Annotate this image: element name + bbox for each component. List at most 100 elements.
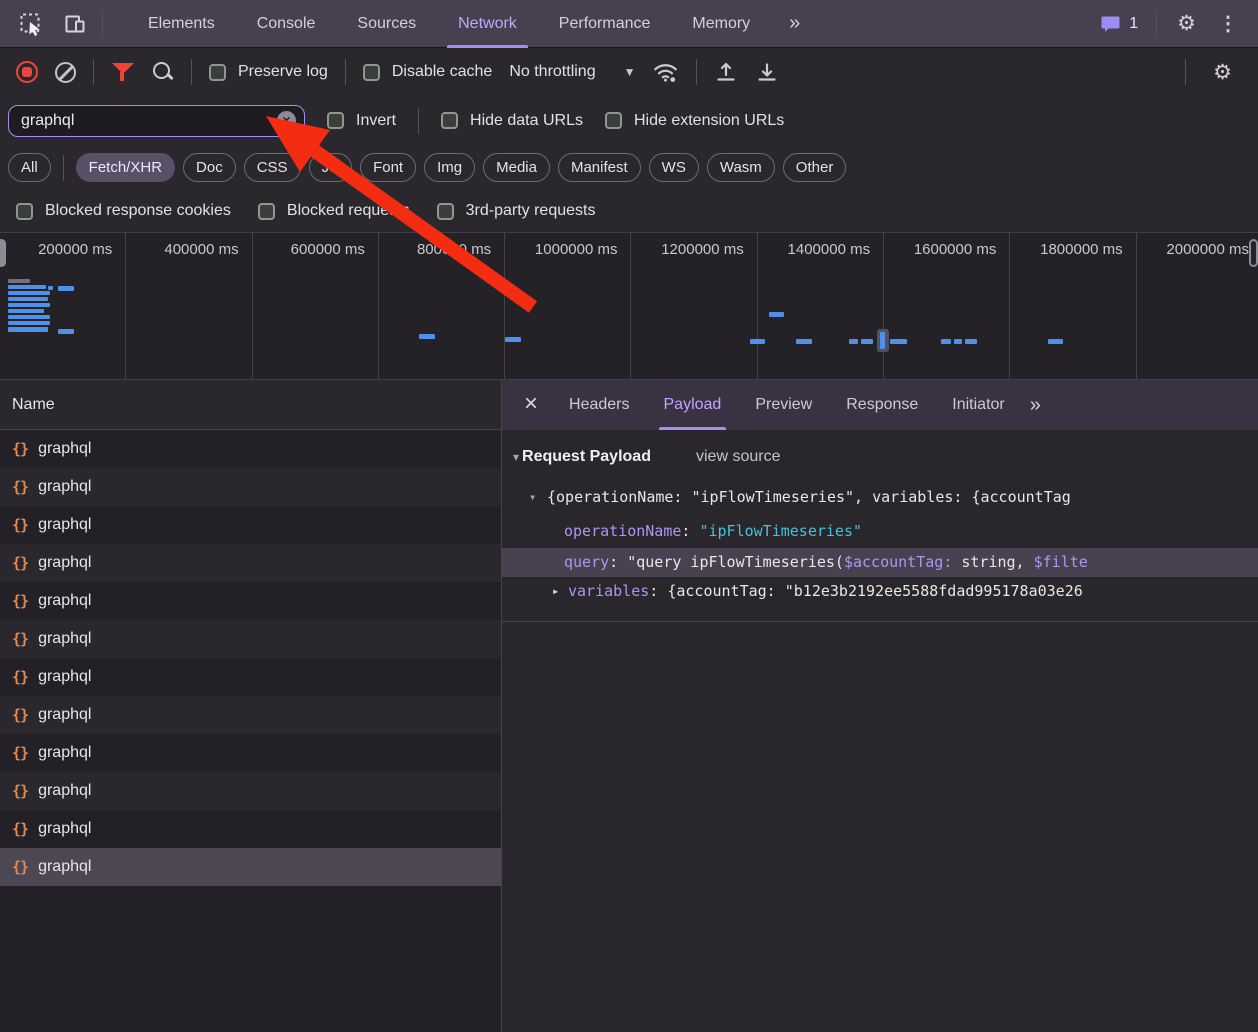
hide-data-urls-checkbox[interactable] [441, 112, 458, 129]
timeline-request-mark [8, 303, 50, 307]
timeline-tick-label: 600000 ms [253, 233, 378, 258]
more-panels-icon[interactable]: » [781, 12, 806, 35]
type-filter-all[interactable]: All [8, 153, 51, 182]
payload-variables-row[interactable]: ▸ variables: {accountTag: "b12e3b2192ee5… [502, 578, 1258, 604]
name-column-header[interactable]: Name [0, 380, 501, 430]
payload-root-node[interactable]: ▾ {operationName: "ipFlowTimeseries", va… [502, 484, 1258, 510]
network-settings-gear-icon[interactable]: ⚙ [1203, 60, 1242, 85]
request-row[interactable]: {}graphql [0, 468, 501, 506]
tab-performance[interactable]: Performance [538, 0, 672, 48]
timeline-segment: 800000 ms [379, 233, 505, 379]
filter-checkbox[interactable] [437, 203, 454, 220]
detail-tabs: HeadersPayloadPreviewResponseInitiator [552, 380, 1022, 430]
import-har-icon[interactable] [714, 60, 738, 84]
expand-triangle-icon[interactable]: ▸ [552, 578, 559, 604]
type-filter-media[interactable]: Media [483, 153, 550, 182]
request-row[interactable]: {}graphql [0, 430, 501, 468]
timeline-request-mark [941, 339, 951, 344]
invert-option[interactable]: Invert [327, 112, 396, 130]
timeline-request-mark [890, 339, 907, 344]
filter-input-box[interactable]: × [8, 105, 305, 137]
filter-checkbox[interactable] [258, 203, 275, 220]
json-request-icon: {} [12, 440, 28, 458]
hide-extension-urls-option[interactable]: Hide extension URLs [605, 112, 784, 130]
tab-elements[interactable]: Elements [127, 0, 236, 48]
type-filter-fetchxhr[interactable]: Fetch/XHR [76, 153, 175, 182]
clear-filter-icon[interactable]: × [277, 111, 296, 130]
type-filter-img[interactable]: Img [424, 153, 475, 182]
timeline-scroll-handle-left[interactable] [0, 239, 6, 267]
search-icon[interactable] [152, 61, 174, 83]
filter-input[interactable] [21, 112, 277, 130]
timeline-scroll-handle-right[interactable] [1249, 239, 1258, 267]
request-row[interactable]: {}graphql [0, 696, 501, 734]
more-detail-tabs-icon[interactable]: » [1022, 394, 1047, 417]
preserve-log-checkbox[interactable] [209, 64, 226, 81]
json-request-icon: {} [12, 630, 28, 648]
divider [502, 621, 1258, 622]
request-row[interactable]: {}graphql [0, 734, 501, 772]
detail-tab-initiator[interactable]: Initiator [935, 380, 1021, 430]
payload-operation-name-row[interactable]: operationName: "ipFlowTimeseries" [502, 518, 1258, 544]
devtools-top-bar: ElementsConsoleSourcesNetworkPerformance… [0, 0, 1258, 48]
detail-tab-preview[interactable]: Preview [738, 380, 829, 430]
expand-triangle-icon[interactable]: ▾ [529, 484, 536, 510]
request-row[interactable]: {}graphql [0, 582, 501, 620]
clear-network-log-button[interactable] [55, 62, 76, 83]
hide-extension-urls-checkbox[interactable] [605, 112, 622, 129]
json-request-icon: {} [12, 478, 28, 496]
tab-memory[interactable]: Memory [671, 0, 771, 48]
detail-tab-headers[interactable]: Headers [552, 380, 646, 430]
timeline-tick-label: 1600000 ms [884, 233, 1009, 258]
request-row[interactable]: {}graphql [0, 544, 501, 582]
hide-data-urls-option[interactable]: Hide data URLs [441, 112, 583, 130]
type-filter-manifest[interactable]: Manifest [558, 153, 641, 182]
request-row[interactable]: {}graphql [0, 848, 501, 886]
type-filter-js[interactable]: JS [309, 153, 353, 182]
tab-network[interactable]: Network [437, 0, 538, 48]
query-token: $filte [1034, 553, 1088, 571]
export-har-icon[interactable] [755, 60, 779, 84]
disable-cache-option[interactable]: Disable cache [363, 63, 493, 81]
request-row[interactable]: {}graphql [0, 658, 501, 696]
invert-checkbox[interactable] [327, 112, 344, 129]
request-row[interactable]: {}graphql [0, 620, 501, 658]
json-request-icon: {} [12, 782, 28, 800]
payload-query-row[interactable]: query: "query ipFlowTimeseries($accountT… [502, 548, 1258, 577]
preserve-log-option[interactable]: Preserve log [209, 63, 328, 81]
filter-option-3rd-party-requests[interactable]: 3rd-party requests [437, 202, 596, 220]
filter-option-blocked-requests[interactable]: Blocked requests [258, 202, 410, 220]
request-row[interactable]: {}graphql [0, 810, 501, 848]
type-filter-wasm[interactable]: Wasm [707, 153, 775, 182]
type-filter-doc[interactable]: Doc [183, 153, 236, 182]
timeline-request-mark [58, 329, 74, 334]
network-overview-timeline[interactable]: 200000 ms400000 ms600000 ms800000 ms1000… [0, 232, 1258, 380]
filter-option-blocked-response-cookies[interactable]: Blocked response cookies [16, 202, 231, 220]
network-toolbar: Preserve log Disable cache No throttling… [0, 48, 1258, 96]
tab-console[interactable]: Console [236, 0, 337, 48]
disable-cache-checkbox[interactable] [363, 64, 380, 81]
console-messages-button[interactable]: 1 [1093, 15, 1146, 33]
network-conditions-icon[interactable] [652, 59, 679, 85]
type-filter-font[interactable]: Font [360, 153, 416, 182]
request-payload-section-header[interactable]: ▾Request Payload view source [502, 443, 1258, 470]
collapse-triangle-icon: ▾ [513, 450, 519, 464]
filter-icon[interactable] [111, 61, 135, 83]
type-filter-other[interactable]: Other [783, 153, 847, 182]
request-row[interactable]: {}graphql [0, 772, 501, 810]
close-details-icon[interactable]: × [518, 392, 552, 418]
tab-sources[interactable]: Sources [336, 0, 437, 48]
kebab-menu-icon[interactable]: ⋮ [1216, 11, 1244, 36]
type-filter-css[interactable]: CSS [244, 153, 301, 182]
type-filter-ws[interactable]: WS [649, 153, 699, 182]
detail-tab-payload[interactable]: Payload [647, 380, 739, 430]
detail-tab-response[interactable]: Response [829, 380, 935, 430]
request-row[interactable]: {}graphql [0, 506, 501, 544]
settings-gear-icon[interactable]: ⚙ [1167, 11, 1206, 36]
inspect-element-icon[interactable] [14, 7, 48, 41]
device-toolbar-icon[interactable] [58, 7, 92, 41]
throttling-dropdown[interactable]: No throttling ▼ [509, 63, 635, 81]
filter-checkbox[interactable] [16, 203, 33, 220]
record-network-log-button[interactable] [16, 61, 38, 83]
view-source-link[interactable]: view source [696, 443, 780, 470]
